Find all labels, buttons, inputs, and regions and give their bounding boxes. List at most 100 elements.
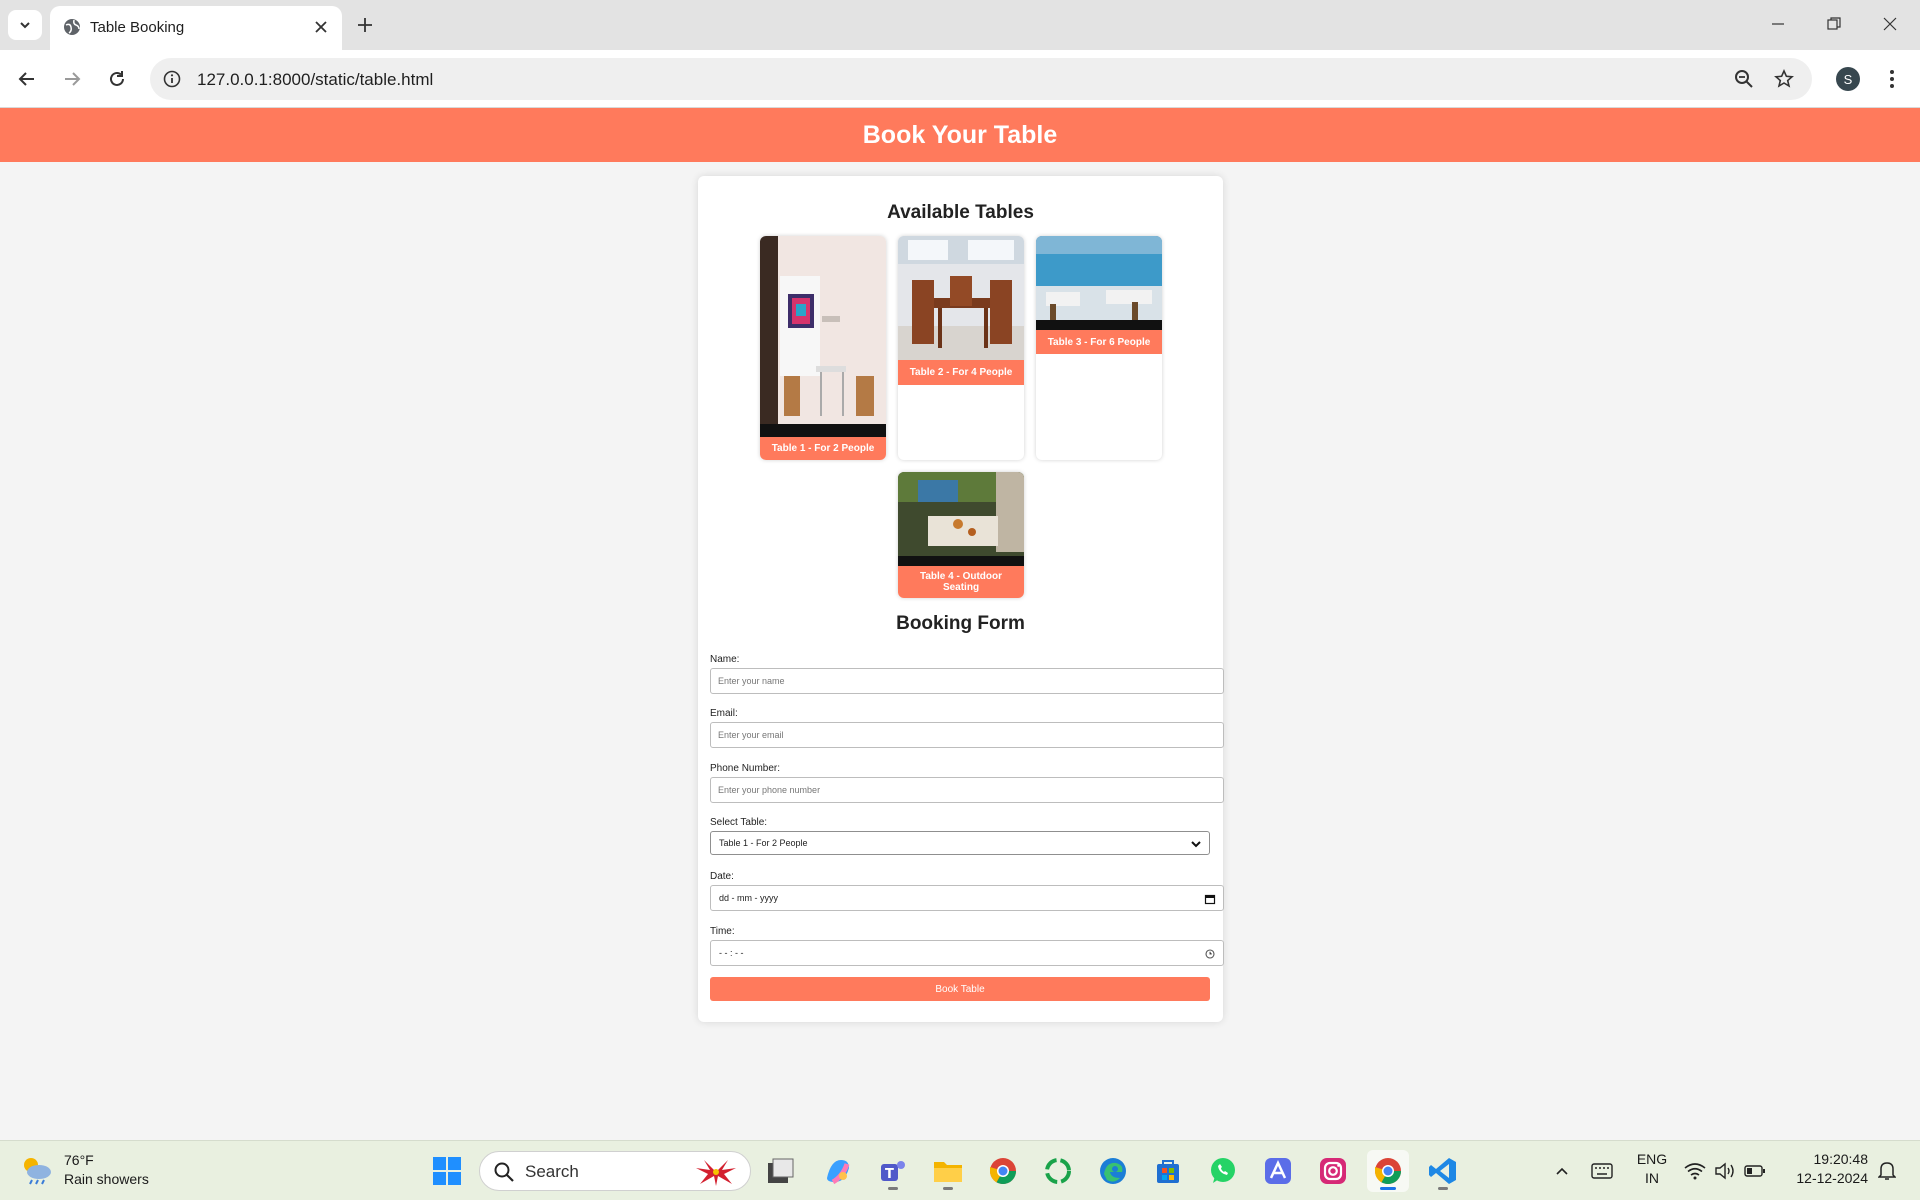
book-table-button[interactable]: Book Table [710,977,1210,1001]
vscode-icon [1429,1158,1456,1184]
form-heading: Booking Form [896,613,1025,634]
page-title: Book Your Table [862,120,1058,149]
tab-search-button[interactable] [8,10,42,40]
close-window-button[interactable] [1870,8,1910,40]
tables-heading: Available Tables [887,202,1034,223]
poinsettia-icon [696,1160,736,1186]
info-icon [163,70,181,88]
forward-button[interactable] [56,63,88,95]
wifi-icon [1684,1163,1706,1180]
table-select[interactable]: Table 1 - For 2 People [710,831,1210,855]
edge-icon [1100,1158,1126,1184]
new-tab-button[interactable] [352,12,378,38]
copilot-icon [827,1160,850,1185]
instagram-icon [1320,1158,1346,1184]
chevron-down-icon [1191,841,1201,848]
weather-temp: 76°F [64,1152,94,1168]
arrow-left-icon [18,72,34,86]
time-input[interactable]: - - : - - [710,940,1224,966]
file-explorer-button[interactable] [927,1150,969,1192]
chrome-taskbar-button[interactable] [982,1150,1024,1192]
phone-label: Phone Number: [710,763,781,774]
minimize-button[interactable] [1758,8,1798,40]
windows-logo-icon [433,1157,461,1185]
browser-tab[interactable]: Table Booking [50,6,342,50]
triangle-app-icon [1265,1158,1291,1184]
table-card-4[interactable]: Table 4 - Outdoor Seating [898,472,1024,598]
name-input[interactable] [710,668,1224,694]
table-3-photo [1036,236,1162,330]
booking-container: Available Tables Table 1 - For 2 People [698,176,1224,1022]
instagram-button[interactable] [1312,1150,1354,1192]
date-input[interactable]: dd - mm - yyyy [710,885,1224,911]
page-header: Book Your Table [0,108,1920,162]
running-indicator [943,1187,953,1190]
table-1-label: Table 1 - For 2 People [760,437,886,460]
store-button[interactable] [1147,1150,1189,1192]
taskbar: 76°F Rain showers Search T ENG IN 19:20:… [0,1140,1920,1200]
table-3-label: Table 3 - For 6 People [1036,330,1162,354]
table-4-label: Table 4 - Outdoor Seating [898,566,1024,598]
active-indicator [1380,1187,1396,1190]
browser-toolbar: 127.0.0.1:8000/static/table.html S [0,50,1920,108]
globe-icon [64,19,80,35]
edge-button[interactable] [1092,1150,1134,1192]
minimize-icon [1772,23,1784,25]
back-button[interactable] [11,63,43,95]
search-icon [494,1162,514,1182]
browser-menu-button[interactable] [1878,65,1906,93]
email-label: Email: [710,708,738,719]
table-card-1[interactable]: Table 1 - For 2 People [760,236,886,460]
notifications-button[interactable] [1872,1150,1902,1192]
address-bar[interactable]: 127.0.0.1:8000/static/table.html [150,58,1812,100]
name-label: Name: [710,654,740,665]
reload-button[interactable] [101,63,133,95]
copilot-button[interactable] [817,1150,859,1192]
clock-time: 19:20:48 [1813,1151,1869,1167]
table-card-2[interactable]: Table 2 - For 4 People [898,236,1024,460]
restore-icon [1827,17,1841,30]
tab-close-button[interactable] [310,16,332,38]
table-1-photo [760,236,886,437]
language-indicator[interactable]: ENG IN [1634,1150,1670,1188]
app-launcher-button[interactable] [1257,1150,1299,1192]
task-view-button[interactable] [760,1150,802,1192]
plus-icon [358,18,372,32]
site-info-button[interactable] [160,67,184,91]
quick-settings-button[interactable] [1680,1150,1770,1192]
weather-desc: Rain showers [64,1171,149,1187]
show-hidden-icons-button[interactable] [1548,1150,1576,1192]
profile-avatar[interactable]: S [1836,67,1860,91]
email-input[interactable] [710,722,1224,748]
tab-title: Table Booking [90,19,185,36]
table-card-3[interactable]: Table 3 - For 6 People [1036,236,1162,460]
reload-icon [110,71,124,86]
time-value: - - : - - [719,948,744,958]
whatsapp-button[interactable] [1202,1150,1244,1192]
bell-icon [1878,1162,1896,1180]
zoom-button[interactable] [1732,67,1756,91]
teams-button[interactable]: T [872,1150,914,1192]
table-2-photo [898,236,1024,360]
table-select-label: Select Table: [710,817,768,828]
calendar-icon[interactable] [1204,893,1216,905]
bookmark-button[interactable] [1772,67,1796,91]
restore-button[interactable] [1814,8,1854,40]
chevron-down-icon [20,22,30,29]
keyboard-icon [1591,1163,1613,1179]
taskbar-search[interactable]: Search [479,1151,751,1191]
language-code: ENG [1636,1151,1668,1167]
keyboard-tray-button[interactable] [1587,1150,1617,1192]
chrome-active-button[interactable] [1367,1150,1409,1192]
phone-input[interactable] [710,777,1224,803]
clock[interactable]: 19:20:48 12-12-2024 [1778,1150,1868,1188]
table-2-label: Table 2 - For 4 People [898,360,1024,385]
svg-text:T: T [885,1167,894,1182]
volume-icon [1715,1162,1734,1180]
start-button[interactable] [426,1150,468,1192]
clock-icon[interactable] [1204,948,1216,960]
date-value: dd - mm - yyyy [719,893,779,903]
vscode-button[interactable] [1422,1150,1464,1192]
url-text: 127.0.0.1:8000/static/table.html [197,70,434,89]
cycle-app-button[interactable] [1037,1150,1079,1192]
